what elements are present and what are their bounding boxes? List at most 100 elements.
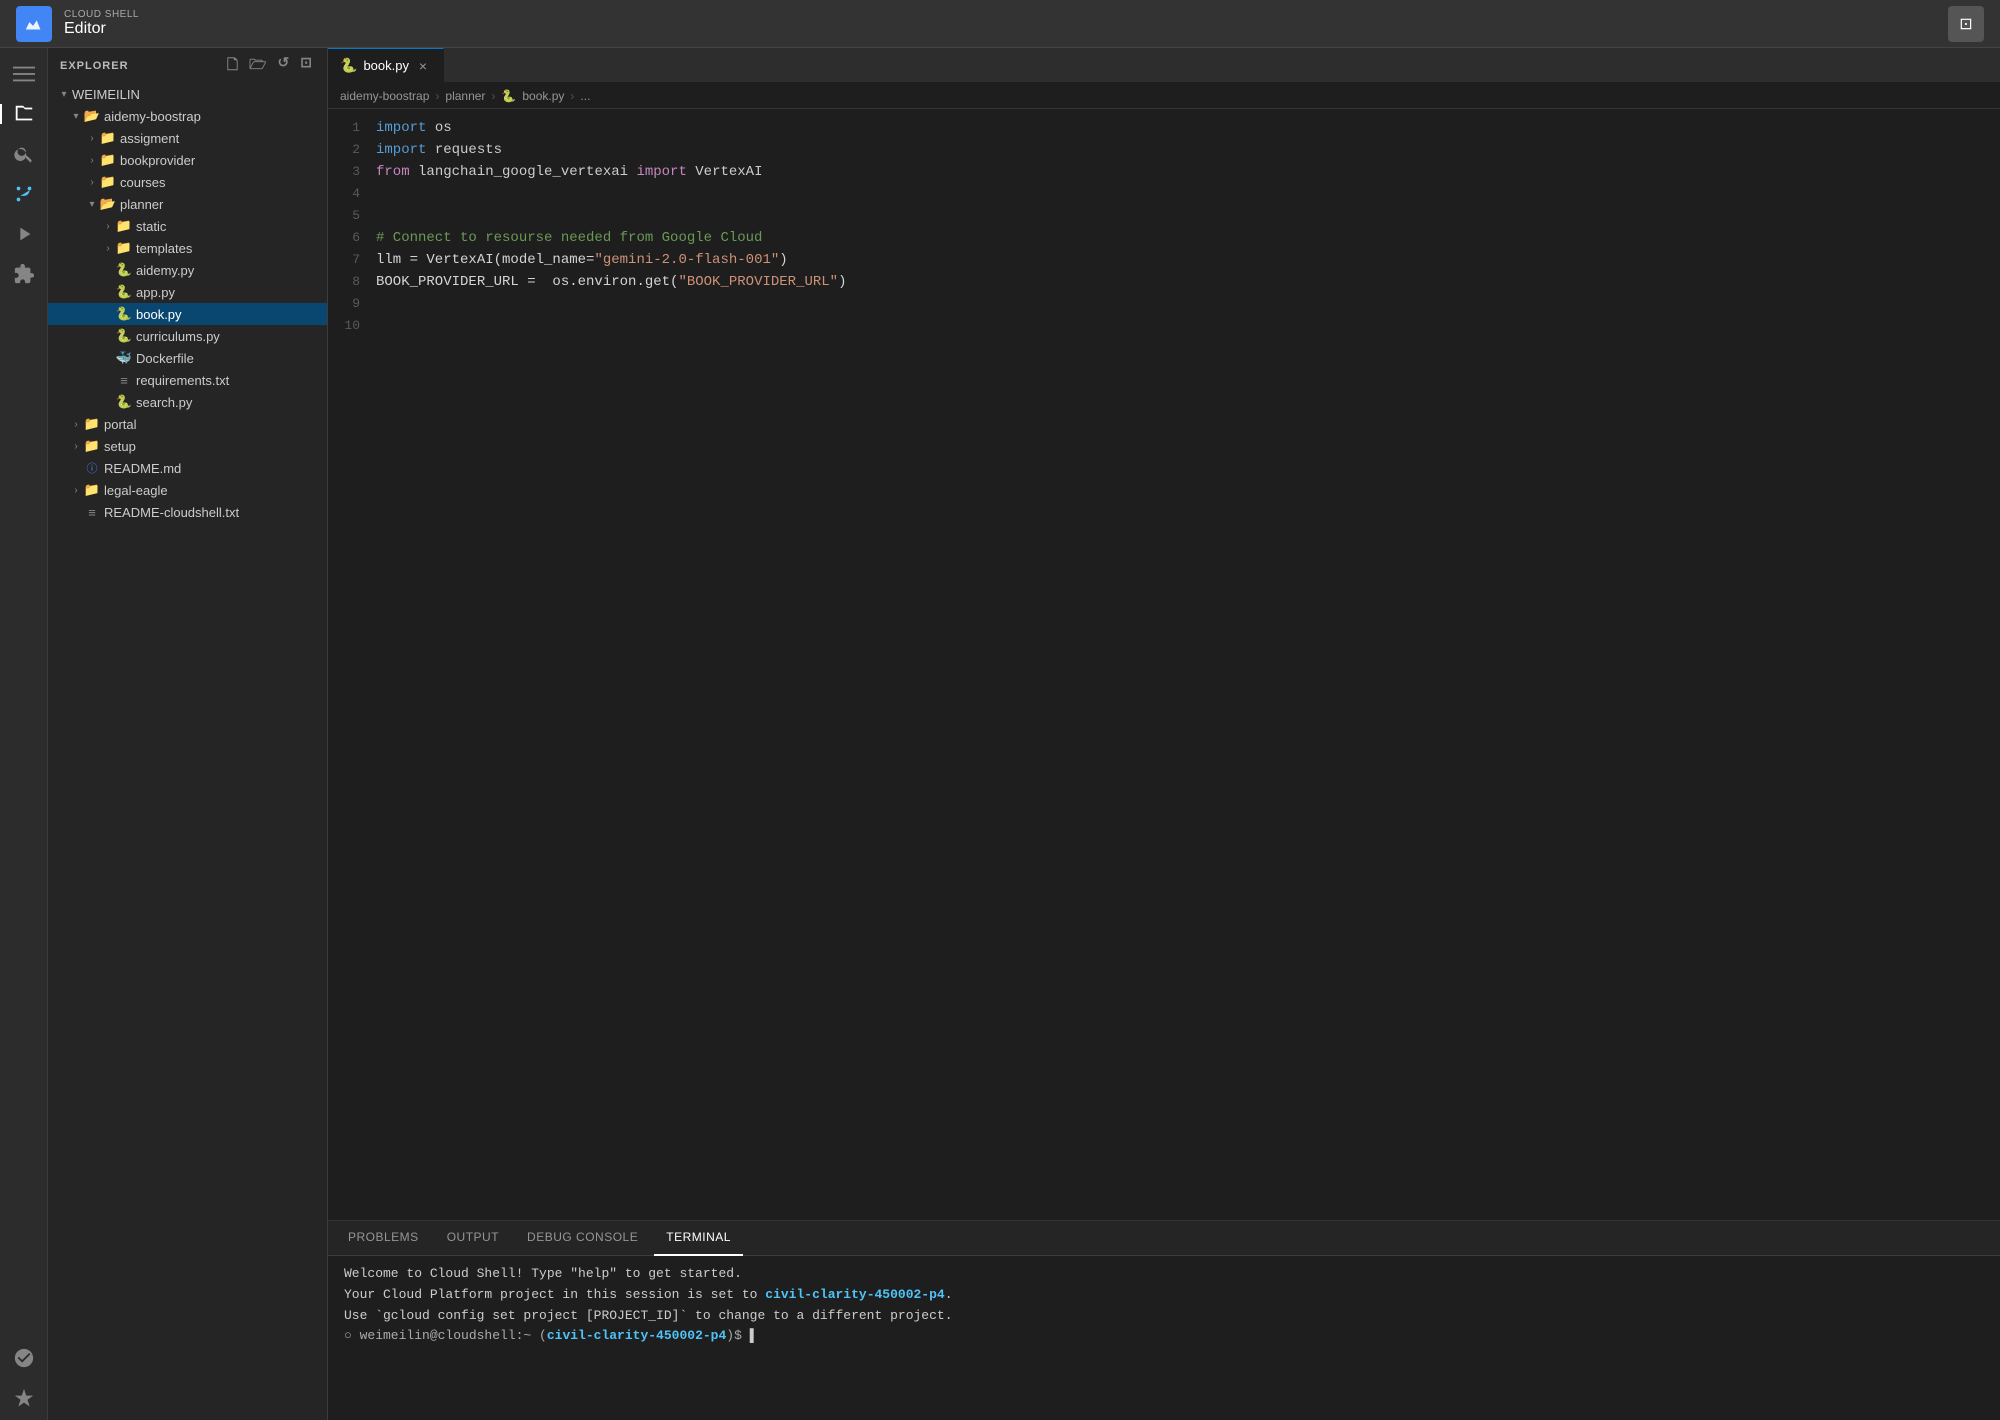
- breadcrumb-item: ...: [580, 89, 590, 103]
- terminal-line-2: Your Cloud Platform project in this sess…: [344, 1285, 1984, 1306]
- tree-root-weimeilin[interactable]: ▾ WEIMEILIN: [48, 83, 327, 105]
- tree-file-requirements-txt[interactable]: › ≡ requirements.txt: [48, 369, 327, 391]
- new-folder-icon[interactable]: 🗁: [247, 52, 269, 80]
- activity-run[interactable]: [6, 216, 42, 252]
- folder-icon: 📁: [100, 174, 116, 190]
- terminal-line-1: Welcome to Cloud Shell! Type "help" to g…: [344, 1264, 1984, 1285]
- app-title: Editor: [64, 20, 139, 38]
- panel-tabs-bar: PROBLEMS OUTPUT DEBUG CONSOLE TERMINAL: [328, 1221, 2000, 1256]
- chevron-right-icon: ›: [68, 416, 84, 432]
- folder-icon: 📁: [84, 482, 100, 498]
- folder-open-icon: 📂: [84, 108, 100, 124]
- tab-label: book.py: [363, 58, 409, 73]
- tree-folder-static[interactable]: › 📁 static: [48, 215, 327, 237]
- text-file-icon: ≡: [84, 504, 100, 520]
- chevron-right-icon: ›: [84, 174, 100, 190]
- folder-icon: 📁: [100, 130, 116, 146]
- activity-source-control[interactable]: [6, 176, 42, 212]
- activity-menu[interactable]: [6, 56, 42, 92]
- editor-area: 🐍 book.py × aidemy-boostrap › planner › …: [328, 48, 2000, 1420]
- code-line-9: 9: [328, 293, 2000, 315]
- file-tree: ▾ WEIMEILIN ▾ 📂 aidemy-boostrap › 📁 assi…: [48, 83, 327, 1420]
- tree-folder-templates[interactable]: › 📁 templates: [48, 237, 327, 259]
- chevron-down-icon: ▾: [84, 196, 100, 212]
- tree-file-aidemy-py[interactable]: › 🐍 aidemy.py: [48, 259, 327, 281]
- tree-folder-portal[interactable]: › 📁 portal: [48, 413, 327, 435]
- code-editor[interactable]: 1 import os 2 import requests 3 from lan…: [328, 109, 2000, 1220]
- tree-file-book-py[interactable]: › 🐍 book.py: [48, 303, 327, 325]
- folder-icon: 📁: [84, 438, 100, 454]
- tab-close-button[interactable]: ×: [415, 58, 431, 74]
- breadcrumb-item: planner: [445, 89, 485, 103]
- activity-explorer[interactable]: [6, 96, 42, 132]
- tab-terminal[interactable]: TERMINAL: [654, 1221, 743, 1256]
- text-file-icon: ≡: [116, 372, 132, 388]
- activity-remote[interactable]: [6, 1340, 42, 1376]
- folder-open-icon: 📂: [100, 196, 116, 212]
- logo: [16, 6, 52, 42]
- chevron-right-icon: ›: [84, 130, 100, 146]
- activity-ai[interactable]: [6, 1380, 42, 1416]
- code-line-8: 8 BOOK_PROVIDER_URL = os.environ.get("BO…: [328, 271, 2000, 293]
- python-file-icon: 🐍: [116, 306, 132, 322]
- terminal-line-3: Use `gcloud config set project [PROJECT_…: [344, 1306, 1984, 1327]
- chevron-right-icon: ›: [68, 482, 84, 498]
- activity-bar: [0, 48, 48, 1420]
- code-line-6: 6 # Connect to resourse needed from Goog…: [328, 227, 2000, 249]
- code-line-4: 4: [328, 183, 2000, 205]
- tab-debug-console[interactable]: DEBUG CONSOLE: [515, 1221, 650, 1256]
- tab-python-icon: 🐍: [340, 57, 357, 74]
- main-layout: EXPLORER 🗋 🗁 ↺ ⊡ ▾ WEIMEILIN ▾ 📂 aidemy-…: [0, 48, 2000, 1420]
- editor-tabs: 🐍 book.py ×: [328, 48, 2000, 83]
- python-file-icon: 🐍: [116, 284, 132, 300]
- tree-folder-courses[interactable]: › 📁 courses: [48, 171, 327, 193]
- terminal-content[interactable]: Welcome to Cloud Shell! Type "help" to g…: [328, 1256, 2000, 1420]
- chevron-right-icon: ›: [100, 240, 116, 256]
- refresh-icon[interactable]: ↺: [276, 52, 293, 80]
- terminal-line-4: ○ weimeilin@cloudshell:~ (civil-clarity-…: [344, 1326, 1984, 1347]
- tree-file-readme-cloudshell[interactable]: › ≡ README-cloudshell.txt: [48, 501, 327, 523]
- activity-extensions[interactable]: [6, 256, 42, 292]
- breadcrumb-icon: 🐍: [501, 89, 516, 103]
- tree-folder-bookprovider[interactable]: › 📁 bookprovider: [48, 149, 327, 171]
- chevron-right-icon: ›: [100, 218, 116, 234]
- code-line-3: 3 from langchain_google_vertexai import …: [328, 161, 2000, 183]
- code-line-2: 2 import requests: [328, 139, 2000, 161]
- tree-folder-legal-eagle[interactable]: › 📁 legal-eagle: [48, 479, 327, 501]
- tree-folder-aidemy-bootstrap[interactable]: ▾ 📂 aidemy-boostrap: [48, 105, 327, 127]
- open-editor-button[interactable]: ⊡: [1948, 6, 1984, 42]
- python-file-icon: 🐍: [116, 394, 132, 410]
- tab-book-py[interactable]: 🐍 book.py ×: [328, 48, 444, 82]
- folder-icon: 📁: [116, 240, 132, 256]
- tab-output[interactable]: OUTPUT: [435, 1221, 511, 1256]
- sidebar: EXPLORER 🗋 🗁 ↺ ⊡ ▾ WEIMEILIN ▾ 📂 aidemy-…: [48, 48, 328, 1420]
- bottom-panel: PROBLEMS OUTPUT DEBUG CONSOLE TERMINAL W…: [328, 1220, 2000, 1420]
- tree-file-search-py[interactable]: › 🐍 search.py: [48, 391, 327, 413]
- breadcrumb-item: book.py: [522, 89, 564, 103]
- folder-icon: 📁: [116, 218, 132, 234]
- app-subtitle: CLOUD SHELL: [64, 9, 139, 20]
- new-file-icon[interactable]: 🗋: [225, 52, 241, 80]
- python-file-icon: 🐍: [116, 262, 132, 278]
- code-line-7: 7 llm = VertexAI(model_name="gemini-2.0-…: [328, 249, 2000, 271]
- tree-folder-setup[interactable]: › 📁 setup: [48, 435, 327, 457]
- tree-file-readme-md[interactable]: › ⓘ README.md: [48, 457, 327, 479]
- python-file-icon: 🐍: [116, 328, 132, 344]
- tree-file-dockerfile[interactable]: › 🐳 Dockerfile: [48, 347, 327, 369]
- chevron-right-icon: ›: [84, 152, 100, 168]
- activity-search[interactable]: [6, 136, 42, 172]
- tree-folder-planner[interactable]: ▾ 📂 planner: [48, 193, 327, 215]
- breadcrumb-item: aidemy-boostrap: [340, 89, 429, 103]
- tree-file-app-py[interactable]: › 🐍 app.py: [48, 281, 327, 303]
- folder-icon: 📁: [100, 152, 116, 168]
- tab-problems[interactable]: PROBLEMS: [336, 1221, 431, 1256]
- code-line-5: 5: [328, 205, 2000, 227]
- md-file-icon: ⓘ: [84, 460, 100, 476]
- breadcrumb: aidemy-boostrap › planner › 🐍 book.py › …: [328, 83, 2000, 109]
- folder-icon: 📁: [84, 416, 100, 432]
- tree-folder-assigment[interactable]: › 📁 assigment: [48, 127, 327, 149]
- chevron-down-icon: ▾: [68, 108, 84, 124]
- docker-file-icon: 🐳: [116, 350, 132, 366]
- collapse-all-icon[interactable]: ⊡: [298, 52, 315, 80]
- tree-file-curriculums-py[interactable]: › 🐍 curriculums.py: [48, 325, 327, 347]
